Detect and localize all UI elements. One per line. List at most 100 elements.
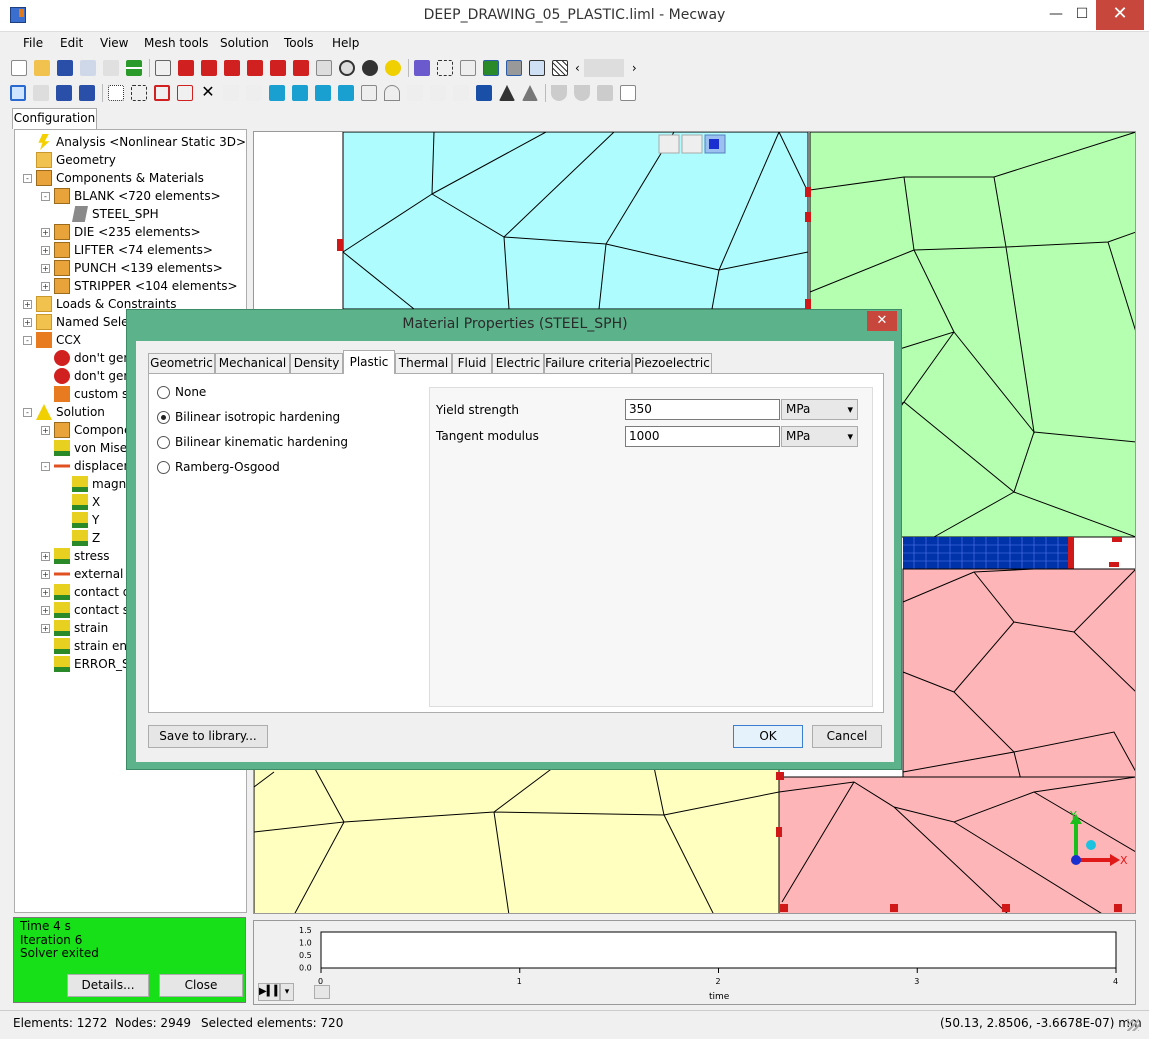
tree-item[interactable]: - Components & Materials [23, 169, 204, 187]
select-face-icon[interactable] [56, 85, 72, 101]
surface-icon[interactable] [483, 60, 499, 76]
view-front-icon[interactable] [178, 60, 194, 76]
expand-icon[interactable]: + [41, 587, 50, 597]
select-arrow-icon[interactable] [10, 85, 26, 101]
junction-icon[interactable] [430, 85, 446, 101]
save-icon[interactable] [57, 60, 73, 76]
mirror-icon[interactable] [223, 85, 239, 101]
tree-item[interactable]: strain ene [41, 637, 134, 655]
tree-item[interactable]: + PUNCH <139 elements> [41, 259, 223, 277]
triangle-icon[interactable] [499, 85, 515, 101]
expand-icon[interactable]: + [41, 569, 50, 579]
menu-view[interactable]: View [100, 36, 128, 50]
tab-density[interactable]: Density [290, 353, 343, 373]
tangent-modulus-unit-select[interactable]: MPa [781, 426, 858, 447]
table-icon[interactable] [620, 85, 636, 101]
expand-icon[interactable]: + [41, 425, 50, 435]
menu-edit[interactable]: Edit [60, 36, 83, 50]
menu-file[interactable]: File [23, 36, 43, 50]
expand-icon[interactable]: + [41, 245, 50, 255]
menu-solution[interactable]: Solution [220, 36, 269, 50]
tree-item[interactable]: + external f [41, 565, 131, 583]
view-back-icon[interactable] [201, 60, 217, 76]
collapse-icon[interactable]: - [41, 191, 50, 201]
scroll-left-icon[interactable]: ‹ [575, 61, 580, 75]
tree-item[interactable]: - BLANK <720 elements> [41, 187, 221, 205]
ok-button[interactable]: OK [733, 725, 803, 748]
tree-item[interactable]: + contact d [41, 583, 130, 601]
redo-icon[interactable] [103, 60, 119, 76]
radio-ramberg-osgood[interactable]: Ramberg-Osgood [157, 460, 280, 474]
tangent-modulus-input[interactable]: 1000 [625, 426, 780, 447]
tree-item[interactable]: - CCX [23, 331, 81, 349]
tab-geometric[interactable]: Geometric [148, 353, 215, 373]
tree-item[interactable]: Geometry [23, 151, 116, 169]
dialog-close-button[interactable]: ✕ [867, 311, 897, 331]
collapse-icon[interactable]: - [41, 461, 50, 471]
view-top-icon[interactable] [270, 60, 286, 76]
resize-grip-icon[interactable] [1127, 1019, 1139, 1031]
menu-tools[interactable]: Tools [284, 36, 314, 50]
expand-icon[interactable]: + [41, 263, 50, 273]
bend-icon[interactable] [407, 85, 423, 101]
radio-none[interactable]: None [157, 385, 206, 399]
scroll-right-icon[interactable]: › [632, 61, 637, 75]
connect-icon[interactable] [453, 85, 469, 101]
arc-icon[interactable] [384, 85, 400, 101]
expand-icon[interactable]: + [23, 299, 32, 309]
select-all-icon[interactable] [108, 85, 124, 101]
tree-item[interactable]: magn [59, 475, 126, 493]
cancel-button[interactable]: Cancel [812, 725, 882, 748]
box-select-icon[interactable] [131, 85, 147, 101]
rectangle-select-icon[interactable] [154, 85, 170, 101]
tab-configuration[interactable]: Configuration [12, 108, 97, 129]
tree-item[interactable]: + LIFTER <74 elements> [41, 241, 213, 259]
solid-icon[interactable] [506, 60, 522, 76]
shell-icon[interactable] [551, 85, 567, 101]
zoom-window-icon[interactable] [316, 60, 332, 76]
select-element-icon[interactable] [79, 85, 95, 101]
tab-failure-criteria[interactable]: Failure criteria [544, 353, 632, 373]
yield-strength-unit-select[interactable]: MPa [781, 399, 858, 420]
cylinder-icon[interactable] [361, 85, 377, 101]
tree-item[interactable]: + stress [41, 547, 110, 565]
tab-electric[interactable]: Electric [492, 353, 544, 373]
tab-thermal[interactable]: Thermal [395, 353, 452, 373]
section-cut-icon[interactable] [437, 60, 453, 76]
radio-bilinear-isotropic-dot[interactable] [157, 410, 170, 424]
tree-item[interactable]: Z [59, 529, 100, 547]
menu-help[interactable]: Help [332, 36, 359, 50]
tree-item[interactable]: + contact s [41, 601, 129, 619]
equals-icon[interactable] [126, 60, 142, 76]
open-folder-icon[interactable] [34, 60, 50, 76]
radio-bilinear-kinematic[interactable]: Bilinear kinematic hardening [157, 435, 348, 449]
tab-plastic[interactable]: Plastic [343, 350, 395, 374]
expand-icon[interactable]: + [23, 317, 32, 327]
tree-item[interactable]: + Compone [41, 421, 131, 439]
cube-select-icon[interactable] [177, 85, 193, 101]
layer-icon[interactable] [597, 85, 613, 101]
deformed-icon[interactable] [460, 60, 476, 76]
radio-none-dot[interactable] [157, 385, 170, 399]
collapse-icon[interactable]: - [23, 335, 32, 345]
expand-icon[interactable]: + [41, 227, 50, 237]
refine-icon[interactable] [476, 85, 492, 101]
menu-mesh-tools[interactable]: Mesh tools [144, 36, 208, 50]
render-options-icon[interactable] [414, 60, 430, 76]
tab-mechanical[interactable]: Mechanical [215, 353, 290, 373]
expand-icon[interactable]: + [41, 605, 50, 615]
scale-icon[interactable] [292, 85, 308, 101]
tree-item[interactable]: - displacen [41, 457, 131, 475]
view-left-icon[interactable] [224, 60, 240, 76]
delete-icon[interactable]: ✕ [200, 84, 216, 101]
close-window-button[interactable]: ✕ [1096, 0, 1144, 30]
tree-item[interactable]: don't gen [41, 367, 131, 385]
shell-thick-icon[interactable] [574, 85, 590, 101]
playback-dropdown[interactable]: ▾ [280, 983, 294, 1001]
tree-item[interactable]: - Solution [23, 403, 105, 421]
tree-item[interactable]: Y [59, 511, 99, 529]
tri-outline-icon[interactable] [522, 85, 538, 101]
tree-item[interactable]: + Named Selec [23, 313, 135, 331]
tree-item[interactable]: + STRIPPER <104 elements> [41, 277, 238, 295]
view-bottom-icon[interactable] [293, 60, 309, 76]
